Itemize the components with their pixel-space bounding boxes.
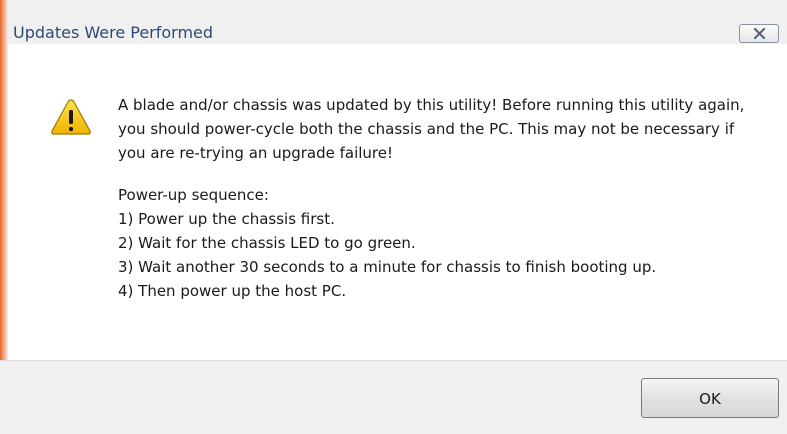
warning-icon — [51, 99, 91, 135]
window-accent-edge — [0, 0, 8, 360]
sequence-step: 1) Power up the chassis first. — [118, 210, 335, 228]
dialog-window: Updates Were Performed A blade and/or ch… — [0, 0, 787, 434]
sequence-step: 2) Wait for the chassis LED to go green. — [118, 234, 416, 252]
ok-button[interactable]: OK — [641, 378, 779, 418]
sequence-step: 3) Wait another 30 seconds to a minute f… — [118, 258, 657, 276]
dialog-title: Updates Were Performed — [13, 23, 214, 42]
message-body: A blade and/or chassis was updated by th… — [118, 93, 758, 303]
close-button[interactable] — [739, 24, 779, 43]
button-bar: OK — [0, 360, 787, 434]
title-bar[interactable]: Updates Were Performed — [0, 0, 787, 360]
dialog-content: A blade and/or chassis was updated by th… — [8, 44, 787, 360]
message-paragraph: A blade and/or chassis was updated by th… — [118, 96, 745, 162]
sequence-heading: Power-up sequence: — [118, 186, 269, 204]
close-icon — [753, 28, 766, 39]
sequence-step: 4) Then power up the host PC. — [118, 282, 347, 300]
